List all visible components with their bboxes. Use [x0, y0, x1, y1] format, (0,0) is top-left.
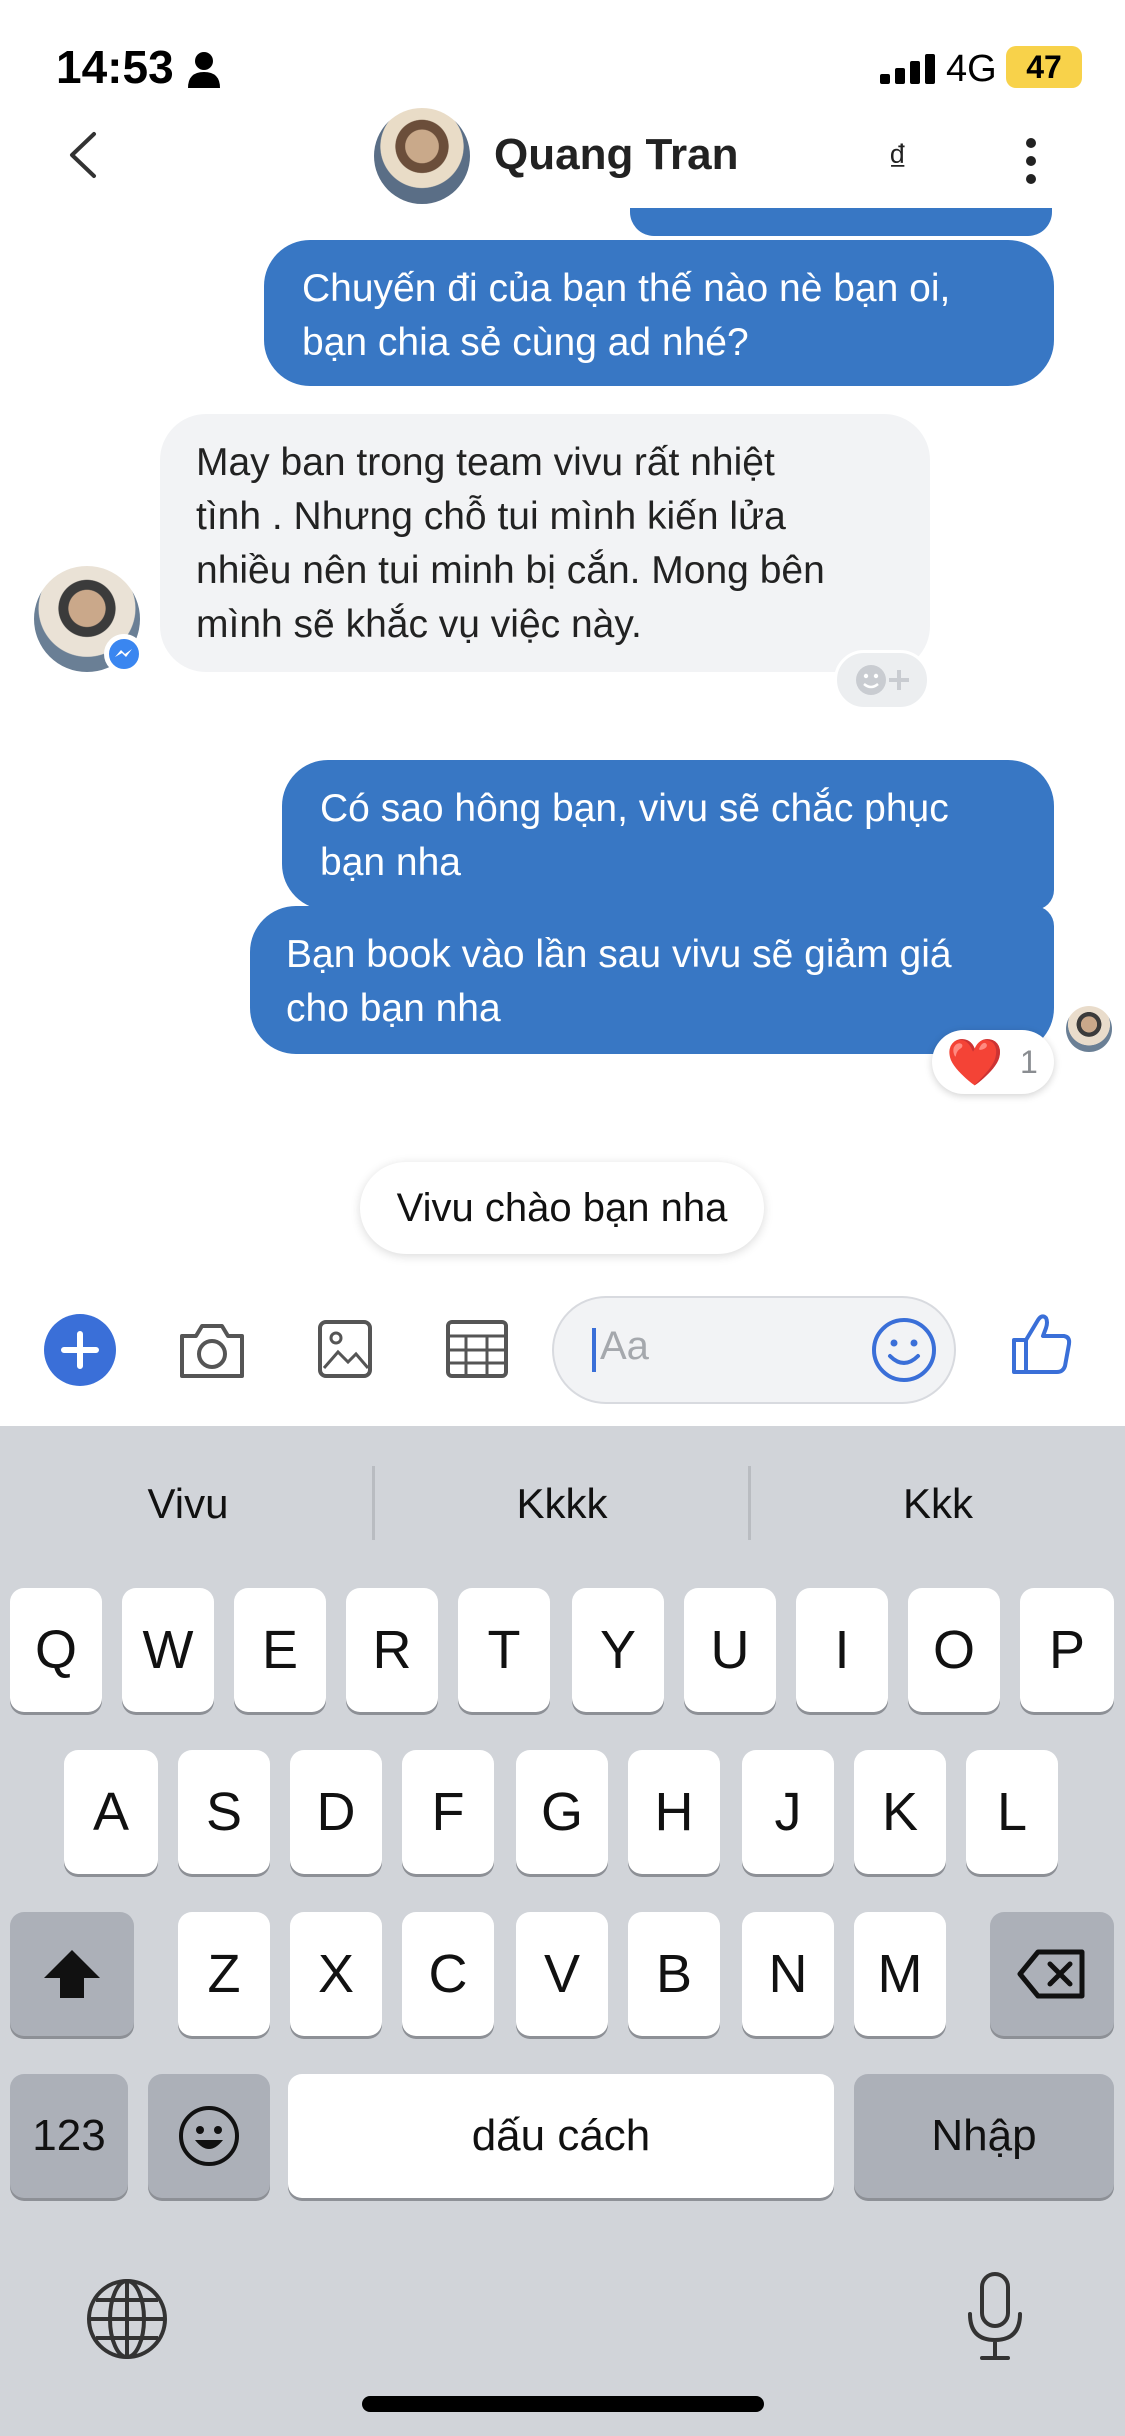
message-line: bạn chia sẻ cùng ad nhé? — [302, 321, 749, 364]
message-line: bạn nha — [320, 841, 461, 884]
key-v[interactable]: V — [516, 1912, 608, 2036]
status-time: 14:53 — [56, 41, 174, 93]
message-input-placeholder: Aa — [600, 1324, 649, 1368]
reaction-count: 1 — [1020, 1044, 1038, 1080]
key-t[interactable]: T — [458, 1588, 550, 1712]
message-outgoing[interactable]: Bạn book vào lần sau vivu sẽ giảm giá ch… — [250, 906, 1054, 1054]
quick-reply-chip[interactable]: Vivu chào bạn nha — [360, 1162, 764, 1254]
network-type: 4G — [946, 48, 997, 90]
key-c[interactable]: C — [402, 1912, 494, 2036]
previous-message-edge — [630, 208, 1052, 236]
key-s[interactable]: S — [178, 1750, 270, 1874]
thumbs-up-icon[interactable] — [1008, 1310, 1076, 1378]
message-line: Có sao hông bạn, vivu sẽ chắc phục — [320, 787, 949, 830]
key-l[interactable]: L — [966, 1750, 1058, 1874]
photo-icon[interactable] — [316, 1318, 374, 1380]
back-icon[interactable] — [64, 130, 104, 180]
key-p[interactable]: P — [1020, 1588, 1114, 1712]
key-d[interactable]: D — [290, 1750, 382, 1874]
suggestion-3[interactable]: Kkk — [788, 1480, 1088, 1528]
globe-icon[interactable] — [84, 2276, 170, 2362]
seen-avatar — [1066, 1006, 1112, 1052]
key-k[interactable]: K — [854, 1750, 946, 1874]
key-u[interactable]: U — [684, 1588, 776, 1712]
key-g[interactable]: G — [516, 1750, 608, 1874]
backspace-key[interactable] — [990, 1912, 1114, 2036]
key-n[interactable]: N — [742, 1912, 834, 2036]
return-key[interactable]: Nhập — [854, 2074, 1114, 2198]
message-line: Bạn book vào lần sau vivu sẽ giảm giá — [286, 933, 952, 976]
messenger-badge-icon — [104, 634, 144, 674]
shift-key[interactable] — [10, 1912, 134, 2036]
key-a[interactable]: A — [64, 1750, 158, 1874]
message-line: May ban trong team vivu rất nhiệt — [196, 441, 775, 484]
emoji-keyboard-icon — [179, 2106, 239, 2166]
key-q[interactable]: Q — [10, 1588, 102, 1712]
camera-icon[interactable] — [176, 1318, 248, 1382]
suggestion-divider — [748, 1466, 751, 1540]
suggestion-2[interactable]: Kkkk — [412, 1480, 712, 1528]
add-reaction-button[interactable] — [834, 650, 930, 710]
key-m[interactable]: M — [854, 1912, 946, 2036]
key-o[interactable]: O — [908, 1588, 1000, 1712]
message-line: mình sẽ khắc vụ việc này. — [196, 603, 642, 646]
plus-icon — [61, 1331, 99, 1369]
shift-icon — [44, 1950, 100, 1998]
key-z[interactable]: Z — [178, 1912, 270, 2036]
key-x[interactable]: X — [290, 1912, 382, 2036]
backspace-icon — [1017, 1949, 1085, 1999]
numbers-key[interactable]: 123 — [10, 2074, 128, 2198]
signal-icon — [880, 54, 935, 84]
key-r[interactable]: R — [346, 1588, 438, 1712]
message-line: nhiều nên tui minh bị cắn. Mong bên — [196, 549, 825, 592]
calendar-icon[interactable] — [444, 1318, 510, 1380]
microphone-icon[interactable] — [964, 2270, 1026, 2364]
suggestion-divider — [372, 1466, 375, 1540]
key-f[interactable]: F — [402, 1750, 494, 1874]
more-actions-button[interactable] — [44, 1314, 116, 1386]
space-key[interactable]: dấu cách — [288, 2074, 834, 2198]
currency-icon[interactable]: ₫ — [888, 138, 908, 181]
add-reaction-icon — [856, 665, 909, 695]
key-j[interactable]: J — [742, 1750, 834, 1874]
home-indicator[interactable] — [362, 2396, 764, 2412]
text-cursor — [592, 1328, 596, 1372]
key-b[interactable]: B — [628, 1912, 720, 2036]
contact-avatar[interactable] — [374, 108, 470, 204]
suggestion-1[interactable]: Vivu — [38, 1480, 338, 1528]
key-e[interactable]: E — [234, 1588, 326, 1712]
contact-name[interactable]: Quang Tran — [494, 130, 738, 180]
reaction-badge[interactable]: ❤️ 1 — [932, 1030, 1054, 1094]
key-y[interactable]: Y — [572, 1588, 664, 1712]
message-line: tình . Nhưng chỗ tui mình kiến lửa — [196, 495, 786, 538]
message-line: Chuyến đi của bạn thế nào nè bạn oi, — [302, 267, 951, 310]
message-incoming[interactable]: May ban trong team vivu rất nhiệt tình .… — [160, 414, 930, 672]
more-options-icon[interactable] — [1024, 136, 1038, 186]
message-input[interactable]: Aa — [552, 1296, 956, 1404]
emoji-key[interactable] — [148, 2074, 270, 2198]
key-i[interactable]: I — [796, 1588, 888, 1712]
battery-indicator: 47 — [1006, 46, 1082, 88]
emoji-icon[interactable] — [870, 1316, 938, 1384]
message-outgoing[interactable]: Có sao hông bạn, vivu sẽ chắc phục bạn n… — [282, 760, 1054, 910]
key-h[interactable]: H — [628, 1750, 720, 1874]
message-outgoing[interactable]: Chuyến đi của bạn thế nào nè bạn oi, bạn… — [264, 240, 1054, 386]
heart-icon: ❤️ — [946, 1036, 1004, 1088]
message-line: cho bạn nha — [286, 987, 501, 1030]
person-icon — [188, 52, 220, 88]
key-w[interactable]: W — [122, 1588, 214, 1712]
